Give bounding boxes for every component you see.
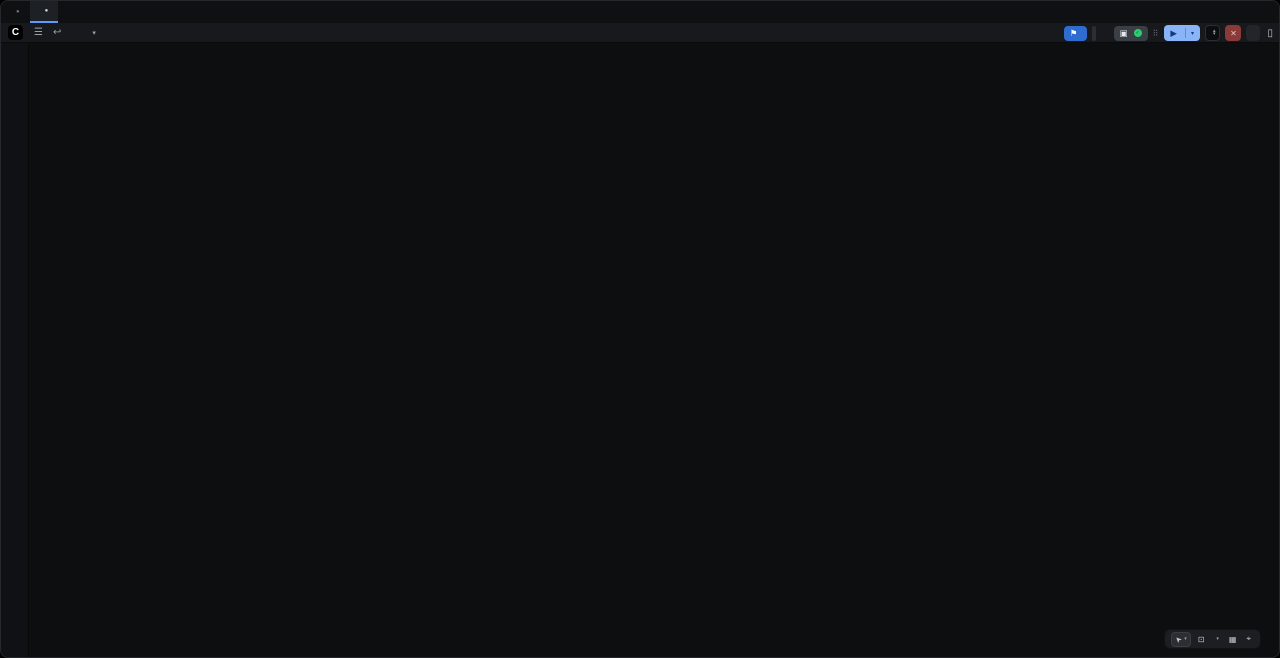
focus-mode-button[interactable]: ⌖ xyxy=(1243,632,1254,646)
close-icon: ✕ xyxy=(1230,29,1237,38)
manager-button[interactable]: ⚑ xyxy=(1064,26,1087,41)
node-graph-canvas[interactable] xyxy=(1,1,1279,657)
workflow-tab-bar: ● ● xyxy=(1,1,1279,23)
crosshair-icon: ⌖ xyxy=(1246,634,1251,644)
zoom-level-button[interactable]: ▾ xyxy=(1211,634,1222,644)
comfyui-window: ● ● C ☰ ↩ ▾ ⚑ ▣ ✓ ⠿ xyxy=(0,0,1280,658)
pointer-tool-button[interactable]: ➤ ▾ xyxy=(1171,632,1190,647)
fit-view-button[interactable]: ⊡ xyxy=(1195,633,1208,646)
menu-bar: C ☰ ↩ ▾ ⚑ ▣ ✓ ⠿ ▶ ▾ xyxy=(1,23,1279,43)
action-bar: ⚑ ▣ ✓ ⠿ ▶ ▾ ▴▾ ✕ ▯ xyxy=(1064,23,1273,43)
chevron-down-icon[interactable]: ▾ xyxy=(92,29,96,37)
flag-icon: ⚑ xyxy=(1070,28,1078,39)
comfy-logo[interactable]: C xyxy=(8,25,23,40)
image-icon: ▣ xyxy=(1120,28,1128,39)
manager-icon-group xyxy=(1092,26,1096,41)
cancel-button[interactable]: ✕ xyxy=(1225,25,1241,41)
undo-icon[interactable]: ↩ xyxy=(53,27,61,38)
new-tab-button[interactable] xyxy=(58,1,76,23)
show-image-feed-button[interactable]: ▣ ✓ xyxy=(1114,26,1148,41)
minimap-icon: ▦ xyxy=(1229,635,1237,644)
divider xyxy=(1185,28,1186,38)
minimap-toggle-button[interactable]: ▦ xyxy=(1226,633,1240,646)
left-sidebar xyxy=(1,43,29,658)
batch-count-stepper[interactable]: ▴▾ xyxy=(1205,25,1221,41)
play-icon: ▶ xyxy=(1170,28,1177,39)
side-panel-toggle-icon[interactable]: ▯ xyxy=(1267,28,1273,39)
stepper-arrows-icon[interactable]: ▴▾ xyxy=(1213,30,1216,36)
chevron-down-icon: ▾ xyxy=(1216,636,1219,642)
drag-handle-icon[interactable]: ⠿ xyxy=(1153,29,1160,38)
canvas-toolbar: ➤ ▾ ⊡ ▾ ▦ ⌖ xyxy=(1164,629,1261,649)
unsaved-dot-icon: ● xyxy=(45,8,49,14)
unsaved-dot-icon: ● xyxy=(16,9,20,15)
run-button[interactable]: ▶ ▾ xyxy=(1164,25,1200,41)
toggle-on-icon[interactable]: ✓ xyxy=(1134,29,1142,37)
fit-view-icon: ⊡ xyxy=(1198,635,1205,644)
chevron-down-icon: ▾ xyxy=(1184,636,1187,642)
cursor-icon: ➤ xyxy=(1173,633,1184,644)
tab-base[interactable]: ● xyxy=(1,1,30,23)
active-jobs-badge[interactable] xyxy=(1246,25,1260,41)
hamburger-menu-icon[interactable]: ☰ xyxy=(34,27,43,38)
chevron-down-icon[interactable]: ▾ xyxy=(1191,30,1194,37)
tab-active-workflow[interactable]: ● xyxy=(30,1,59,23)
